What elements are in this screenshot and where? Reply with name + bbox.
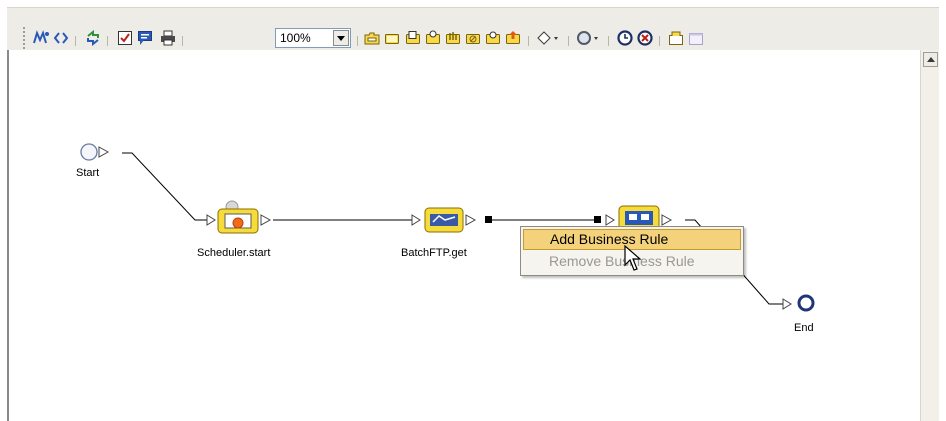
export-icon[interactable]: [668, 30, 684, 46]
scroll-up-button[interactable]: [923, 52, 938, 67]
validate-icon[interactable]: [117, 30, 133, 46]
diagram-canvas[interactable]: Start Scheduler.start BatchFTP.get End: [7, 50, 920, 421]
clock-icon[interactable]: [617, 30, 633, 46]
process-editor-window: 100% Start Scheduler.start BatchFTP.get …: [0, 0, 946, 421]
comment-icon[interactable]: [137, 30, 153, 46]
toolbar: 100%: [7, 7, 939, 51]
toolbar-separator: [659, 36, 660, 46]
stop-icon[interactable]: [637, 30, 653, 46]
print-icon[interactable]: [160, 30, 176, 46]
toolbar-separator: [528, 36, 529, 46]
cycle-icon[interactable]: [485, 30, 501, 46]
folder-icon[interactable]: [364, 30, 380, 46]
mouse-pointer-icon: [624, 245, 642, 271]
activity-icon[interactable]: [577, 30, 601, 46]
code-icon[interactable]: [53, 30, 69, 46]
map-icon[interactable]: [33, 30, 49, 46]
toolbar-separator: [182, 36, 183, 46]
batchftp-get-node[interactable]: [411, 207, 492, 233]
toolbar-separator: [357, 36, 358, 46]
end-node[interactable]: [782, 294, 815, 312]
box-icon[interactable]: [384, 30, 400, 46]
zoom-select[interactable]: 100%: [275, 28, 351, 48]
process-diagram: [80, 143, 815, 312]
hand-icon[interactable]: [445, 30, 461, 46]
upload-icon[interactable]: [505, 30, 521, 46]
start-label: Start: [76, 167, 100, 179]
toolbar-grip[interactable]: [22, 26, 26, 50]
chevron-down-icon[interactable]: [333, 30, 349, 46]
deny-icon[interactable]: [465, 30, 481, 46]
window-icon[interactable]: [688, 30, 704, 46]
decision-icon[interactable]: [537, 30, 561, 46]
toolbar-separator: [608, 36, 609, 46]
refresh-icon[interactable]: [85, 30, 101, 46]
toolbar-separator: [107, 36, 108, 46]
end-label: End: [794, 322, 814, 334]
paste-icon[interactable]: [425, 30, 441, 46]
toolbar-separator: [568, 36, 569, 46]
start-node[interactable]: [80, 143, 110, 161]
vertical-scrollbar[interactable]: [920, 50, 939, 421]
copy-icon[interactable]: [405, 30, 421, 46]
batchftp-get-label: BatchFTP.get: [401, 247, 467, 259]
zoom-value: 100%: [280, 31, 311, 45]
scheduler-start-node[interactable]: [206, 200, 272, 234]
toolbar-separator: [75, 36, 76, 46]
scheduler-start-label: Scheduler.start: [197, 247, 271, 259]
